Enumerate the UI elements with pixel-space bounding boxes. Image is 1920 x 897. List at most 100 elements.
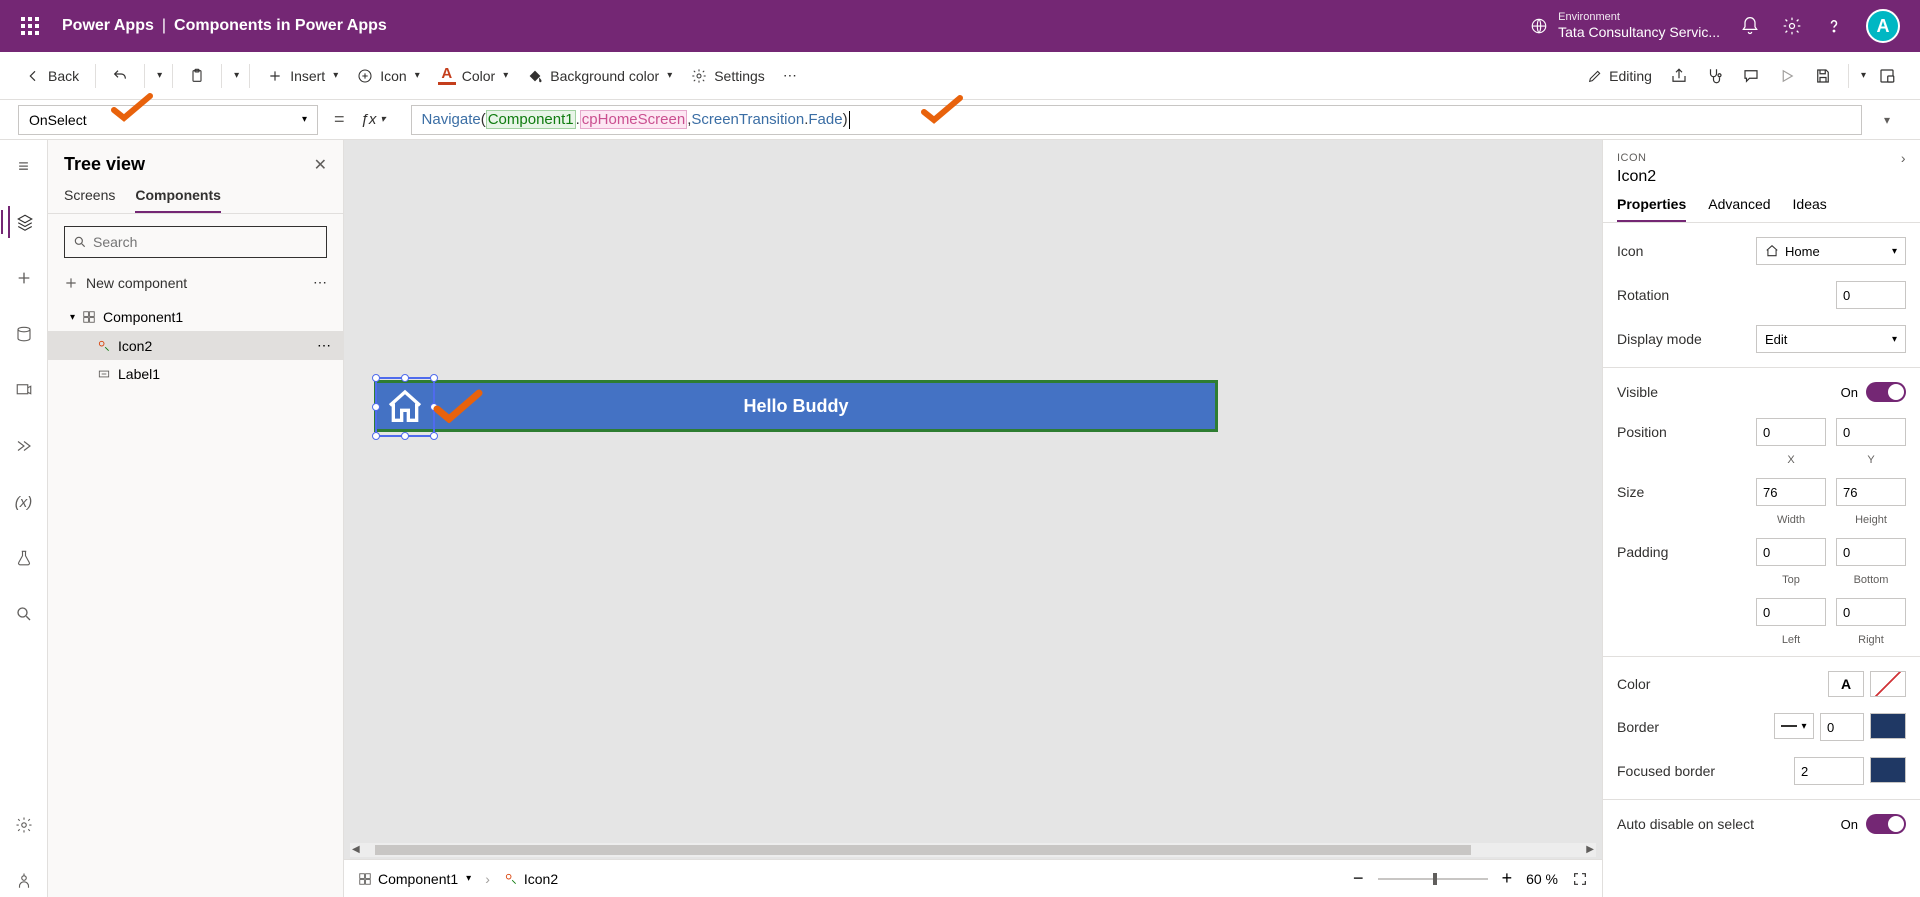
prop-visible-label: Visible — [1617, 384, 1658, 400]
undo-button[interactable] — [106, 64, 134, 88]
prop-color-label: Color — [1617, 676, 1650, 692]
paste-split-chevron[interactable]: ▾ — [234, 70, 239, 81]
undo-split-chevron[interactable]: ▾ — [157, 70, 162, 81]
home-icon — [385, 387, 425, 427]
component-icon — [81, 309, 97, 325]
tab-components[interactable]: Components — [135, 187, 221, 213]
rail-variables[interactable]: (x) — [8, 486, 40, 518]
prop-pad-right[interactable]: 0 — [1836, 598, 1906, 626]
rail-tree-view[interactable] — [8, 206, 40, 238]
prop-position-x[interactable]: 0 — [1756, 418, 1826, 446]
settings-gear-icon[interactable] — [1782, 16, 1802, 36]
props-tab-ideas[interactable]: Ideas — [1793, 196, 1827, 222]
rail-settings[interactable] — [8, 809, 40, 841]
design-canvas[interactable]: Hello Buddy — [344, 140, 1602, 859]
paste-button[interactable] — [183, 64, 211, 88]
prop-pad-bottom[interactable]: 0 — [1836, 538, 1906, 566]
prop-visible-state: On — [1841, 385, 1858, 400]
breadcrumb-component[interactable]: Component1 ▾ — [358, 871, 471, 887]
color-button[interactable]: A Color ▾ — [432, 63, 515, 89]
formula-enum: ScreenTransition — [691, 111, 804, 128]
property-dropdown[interactable]: OnSelect ▾ — [18, 105, 318, 135]
zoom-out-button[interactable]: − — [1353, 868, 1364, 889]
share-button[interactable] — [1664, 63, 1694, 89]
app-launcher[interactable] — [10, 6, 50, 46]
publish-button[interactable] — [1872, 63, 1902, 89]
prop-pad-left[interactable]: 0 — [1756, 598, 1826, 626]
prop-display-select[interactable]: Edit▾ — [1756, 325, 1906, 353]
tree-node-overflow[interactable]: ⋯ — [317, 337, 331, 354]
prop-border-width[interactable]: 0 — [1820, 713, 1864, 741]
tree-node-component1[interactable]: ▾ Component1 — [48, 303, 343, 331]
props-control-name[interactable]: Icon2 — [1603, 166, 1920, 196]
rail-search[interactable] — [8, 598, 40, 630]
horizontal-scrollbar[interactable]: ◀ ▶ — [350, 843, 1596, 857]
settings-button[interactable]: Settings — [684, 63, 771, 89]
tree-node-icon2[interactable]: Icon2 ⋯ — [48, 331, 343, 360]
prop-size-height[interactable]: 76 — [1836, 478, 1906, 506]
overflow-button[interactable]: ⋯ — [777, 63, 803, 88]
insert-button[interactable]: Insert ▾ — [260, 63, 344, 89]
rail-power-automate[interactable] — [8, 430, 40, 462]
share-icon — [1670, 67, 1688, 85]
prop-color-fill[interactable] — [1870, 671, 1906, 697]
component-surface[interactable]: Hello Buddy — [374, 380, 1218, 432]
rail-insert[interactable] — [8, 262, 40, 294]
help-icon[interactable] — [1824, 16, 1844, 36]
new-component-overflow[interactable]: ⋯ — [313, 274, 327, 291]
expand-formula-button[interactable]: ▾ — [1872, 113, 1902, 127]
tree-node-label1[interactable]: Label1 — [48, 360, 343, 388]
prop-size-width[interactable]: 76 — [1756, 478, 1826, 506]
checker-button[interactable] — [1700, 63, 1730, 89]
rail-hamburger[interactable]: ≡ — [8, 150, 40, 182]
stethoscope-icon — [1706, 67, 1724, 85]
close-tree-button[interactable]: ✕ — [314, 155, 327, 175]
bgcolor-button[interactable]: Background color ▾ — [520, 63, 678, 89]
prop-border-style[interactable]: ▾ — [1774, 713, 1814, 739]
prop-border-color[interactable] — [1870, 713, 1906, 739]
prop-auto-disable-toggle[interactable] — [1866, 814, 1906, 834]
props-tab-advanced[interactable]: Advanced — [1708, 196, 1770, 222]
prop-focused-color[interactable] — [1870, 757, 1906, 783]
tab-screens[interactable]: Screens — [64, 187, 115, 213]
fit-to-screen-icon[interactable] — [1572, 871, 1588, 887]
chevron-right-icon[interactable]: › — [1901, 150, 1906, 166]
comments-button[interactable] — [1736, 63, 1766, 89]
prop-icon-select[interactable]: Home ▾ — [1756, 237, 1906, 265]
prop-visible-toggle[interactable] — [1866, 382, 1906, 402]
save-split-chevron[interactable]: ▾ — [1861, 70, 1866, 81]
preview-button[interactable] — [1772, 63, 1802, 89]
notifications-icon[interactable] — [1740, 16, 1760, 36]
editing-mode-button[interactable]: Editing — [1581, 64, 1658, 88]
rail-tests[interactable] — [8, 542, 40, 574]
back-button[interactable]: Back — [18, 63, 85, 89]
prop-pad-top[interactable]: 0 — [1756, 538, 1826, 566]
tree-search-box[interactable] — [64, 226, 327, 258]
property-name: OnSelect — [29, 112, 87, 128]
prop-rotation-input[interactable]: 0 — [1836, 281, 1906, 309]
equals-sign: = — [334, 109, 345, 130]
prop-color-font[interactable]: A — [1828, 671, 1864, 697]
icon-control-icon — [96, 338, 112, 354]
zoom-in-button[interactable]: + — [1502, 868, 1513, 889]
tree-search-input[interactable] — [93, 234, 318, 250]
breadcrumb-control[interactable]: Icon2 — [504, 871, 558, 887]
gear-icon — [690, 67, 708, 85]
prop-focused-width[interactable]: 2 — [1794, 757, 1864, 785]
breadcrumb-separator: › — [485, 871, 490, 887]
rail-media[interactable] — [8, 374, 40, 406]
rail-data[interactable] — [8, 318, 40, 350]
formula-input[interactable]: Navigate(Component1.cpHomeScreen, Screen… — [411, 105, 1862, 135]
new-component-button[interactable]: New component — [64, 275, 187, 291]
zoom-slider[interactable] — [1378, 878, 1488, 880]
add-icon-button[interactable]: Icon ▾ — [350, 63, 426, 89]
prop-position-y[interactable]: 0 — [1836, 418, 1906, 446]
props-tab-properties[interactable]: Properties — [1617, 196, 1686, 222]
rail-virtual-agent[interactable] — [8, 865, 40, 897]
prop-rotation-label: Rotation — [1617, 287, 1669, 303]
user-avatar[interactable]: A — [1866, 9, 1900, 43]
environment-picker[interactable]: Environment Tata Consultancy Servic... — [1530, 11, 1720, 41]
save-button[interactable] — [1808, 63, 1838, 89]
fx-button[interactable]: ƒx ▾ — [361, 111, 401, 128]
selected-home-icon[interactable] — [377, 379, 433, 435]
